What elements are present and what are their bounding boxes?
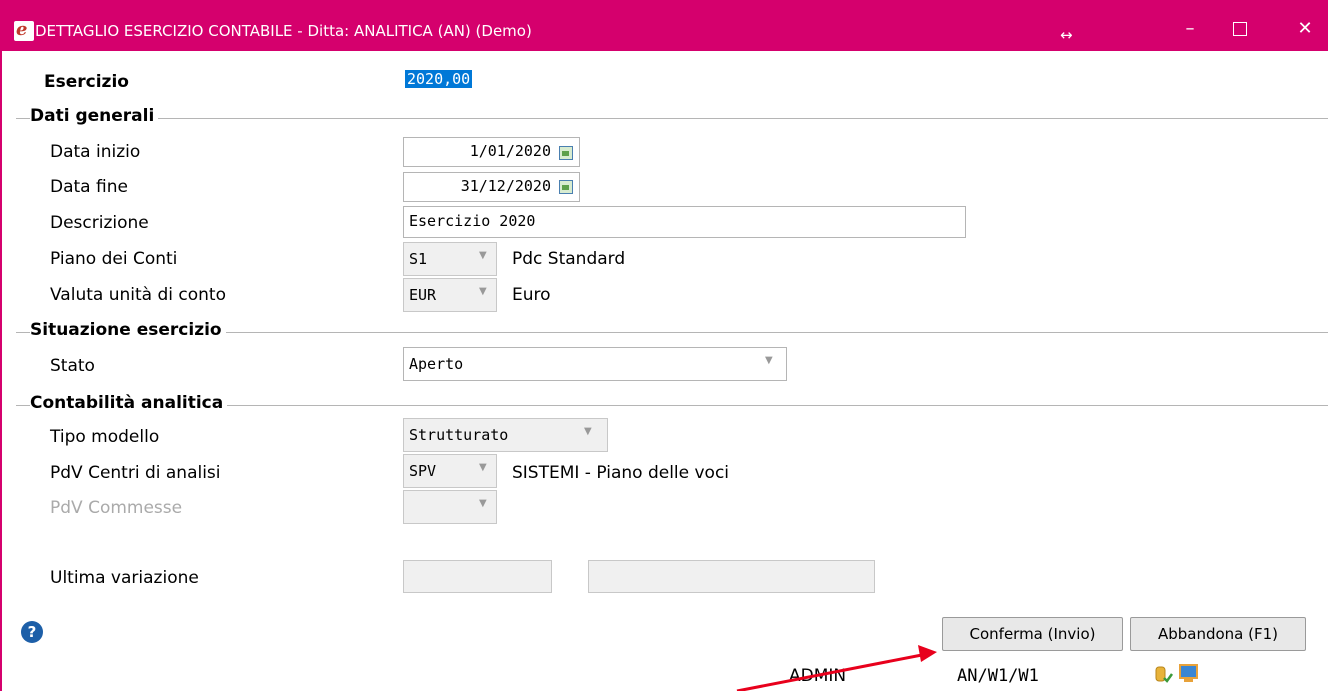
annotation-arrow <box>736 645 937 691</box>
dialog-window: e DETTAGLIO ESERCIZIO CONTABILE - Ditta:… <box>0 0 1328 691</box>
